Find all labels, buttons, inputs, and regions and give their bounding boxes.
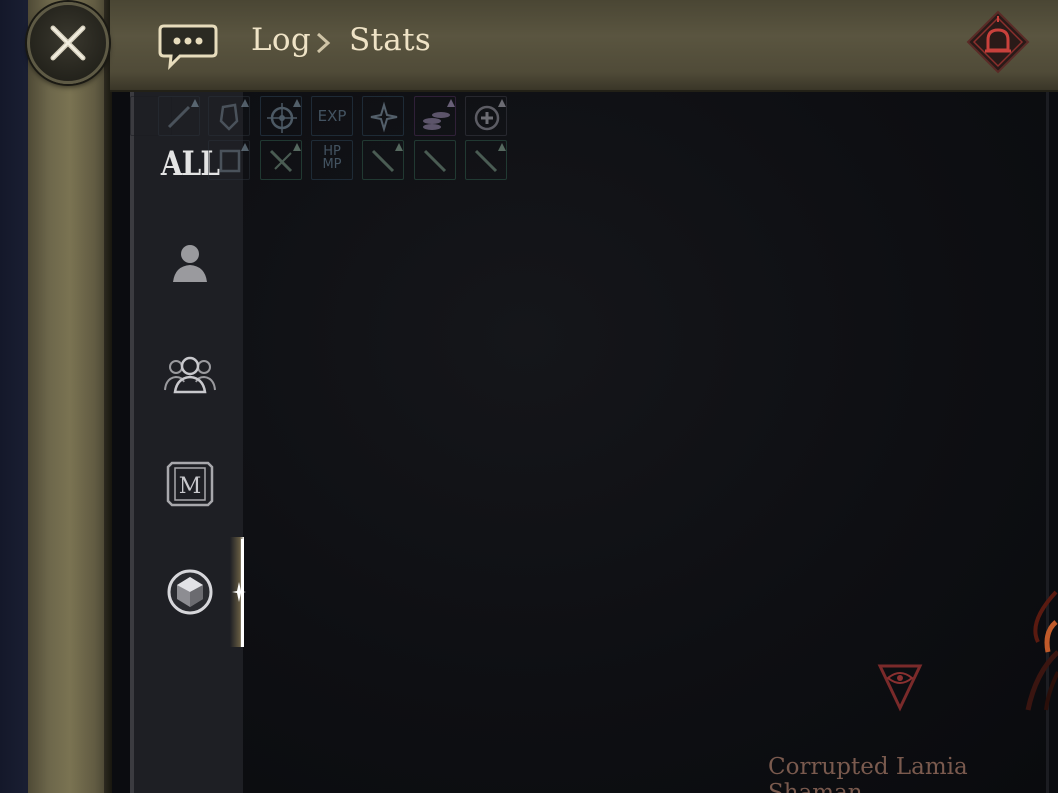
person-icon — [173, 245, 207, 282]
creature-claw-icon — [1025, 590, 1058, 711]
buff-icon-grid: EXP HP MP — [130, 96, 507, 184]
target-name: Corrupted Lamia Shaman — [768, 754, 968, 793]
exp-label: EXP — [317, 107, 347, 125]
buff-sword-icon[interactable] — [414, 140, 456, 180]
breadcrumb-stats: Stats — [349, 22, 432, 58]
buff-hpmp-up-icon[interactable]: HP MP — [311, 140, 353, 180]
party-icon — [164, 356, 216, 394]
sparkle-icon — [232, 582, 246, 602]
buff-shield-up-icon[interactable] — [208, 96, 250, 136]
hpmp-label: HP MP — [322, 144, 342, 172]
buff-heal-cycle-icon[interactable] — [465, 96, 507, 136]
buff-coins-up-icon[interactable] — [414, 96, 456, 136]
svg-text:M: M — [179, 474, 202, 499]
close-icon — [50, 25, 86, 61]
close-button[interactable] — [27, 2, 109, 84]
buff-armor-up-icon[interactable] — [208, 140, 250, 180]
tab-column: ALL M — [130, 92, 246, 793]
gem-icon — [167, 569, 213, 615]
tab-guild[interactable]: M — [160, 454, 220, 514]
buff-sword-up-icon[interactable] — [158, 96, 200, 136]
buff-sparkle-icon[interactable] — [362, 96, 404, 136]
buff-sword-cross-up-icon[interactable] — [260, 140, 302, 180]
buff-sword-up-icon-2[interactable] — [362, 140, 404, 180]
alert-bell-badge-icon[interactable] — [966, 10, 1030, 74]
guild-emblem-icon: M — [166, 461, 214, 507]
buff-sword-up-icon-3[interactable] — [465, 140, 507, 180]
chat-icon[interactable] — [158, 22, 218, 70]
chevron-right-icon — [316, 32, 331, 54]
breadcrumb-log[interactable]: Log — [251, 22, 311, 58]
left-edge-strip — [0, 0, 30, 793]
tab-self[interactable] — [160, 232, 220, 292]
tab-party[interactable] — [160, 344, 220, 404]
buff-crosshair-up-icon[interactable] — [260, 96, 302, 136]
parchment-pillar — [28, 0, 112, 793]
buff-exp-up-icon[interactable]: EXP — [311, 96, 353, 136]
tab-other[interactable] — [160, 562, 220, 622]
log-content-area — [243, 92, 1048, 793]
enemy-eye-emblem-icon — [877, 664, 923, 712]
